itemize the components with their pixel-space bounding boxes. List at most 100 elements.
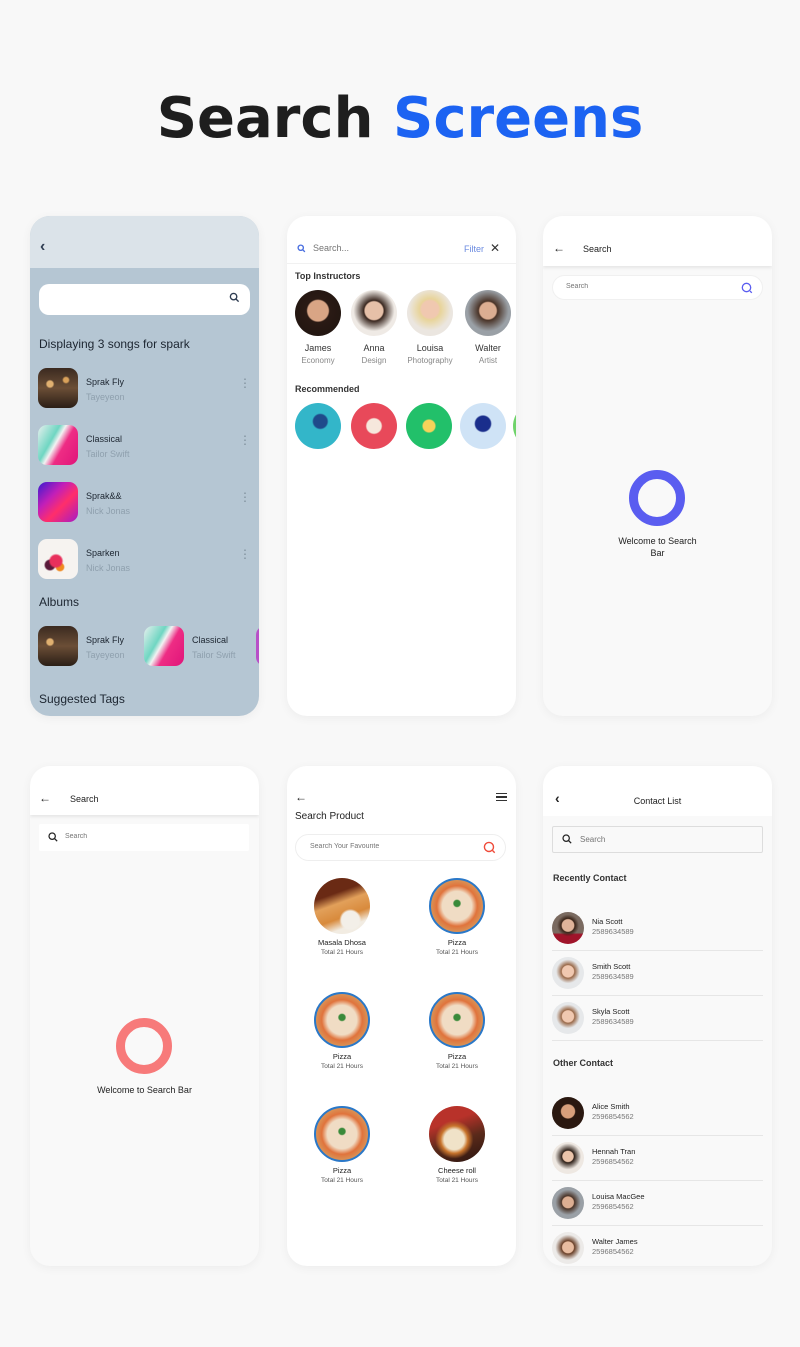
- search-icon: [297, 244, 306, 253]
- search-input[interactable]: [580, 835, 730, 844]
- contact-item[interactable]: Louisa MacGee 2596854562: [552, 1182, 763, 1226]
- avatar: [552, 1187, 584, 1219]
- album-item[interactable]: Sprak Fly Tayeyeon: [38, 626, 148, 668]
- avatar: [552, 912, 584, 944]
- more-vertical-icon[interactable]: ⋮: [239, 491, 251, 503]
- search-box: [552, 826, 763, 853]
- instructor-role: Economy: [301, 356, 335, 365]
- song-title: Sparken: [86, 548, 120, 558]
- avatar: [351, 290, 397, 336]
- arrow-left-icon[interactable]: ←: [553, 241, 565, 255]
- song-item[interactable]: Sprak Fly Tayeyeon ⋮: [38, 368, 253, 410]
- product-name: Pizza: [332, 1166, 352, 1175]
- product-name: Masala Dhosa: [318, 938, 366, 947]
- instructor-role: Design: [361, 356, 387, 365]
- search-box: [552, 275, 763, 300]
- album-item[interactable]: Classical Tailor Swift: [144, 626, 254, 668]
- search-icon: [562, 834, 572, 844]
- arrow-left-icon[interactable]: ←: [39, 791, 51, 805]
- contact-item[interactable]: Alice Smith 2596854562: [552, 1092, 763, 1136]
- song-artist: Tailor Swift: [86, 449, 130, 459]
- product-image: [429, 992, 485, 1048]
- contact-item[interactable]: Hennah Tran 2596854562: [552, 1137, 763, 1181]
- product-subtitle: Total 21 Hours: [321, 949, 363, 956]
- welcome-text: Welcome to Search Bar: [97, 1085, 192, 1095]
- song-item[interactable]: Sparken Nick Jonas ⋮: [38, 539, 253, 581]
- search-icon[interactable]: [483, 841, 496, 854]
- search-input[interactable]: [313, 243, 443, 253]
- contact-item[interactable]: Nia Scott 2589634589: [552, 907, 763, 951]
- contact-item[interactable]: Walter James 2596854562: [552, 1227, 763, 1266]
- song-title: Sprak Fly: [86, 377, 125, 387]
- recommended-item[interactable]: [295, 403, 341, 449]
- product-name: Pizza: [447, 938, 467, 947]
- menu-icon[interactable]: [496, 793, 507, 801]
- arrow-left-icon[interactable]: ←: [295, 790, 307, 804]
- song-item[interactable]: Classical Tailor Swift ⋮: [38, 425, 253, 467]
- search-icon[interactable]: [229, 292, 240, 303]
- close-icon[interactable]: ✕: [490, 241, 500, 255]
- instructor-name: Louisa: [416, 343, 444, 353]
- album-artist: Tayeyeon: [86, 650, 125, 660]
- song-item[interactable]: Sprak&& Nick Jonas ⋮: [38, 482, 253, 524]
- instructor-role: Photography: [407, 356, 453, 365]
- contact-item[interactable]: Smith Scott 2589634589: [552, 952, 763, 996]
- song-title: Sprak&&: [86, 491, 122, 501]
- album-title: Sprak Fly: [86, 635, 125, 645]
- suggested-tags-heading: Suggested Tags: [39, 692, 125, 706]
- more-vertical-icon[interactable]: ⋮: [239, 434, 251, 446]
- top-bar: [30, 216, 259, 268]
- more-vertical-icon[interactable]: ⋮: [239, 377, 251, 389]
- contact-phone: 2589634589: [592, 972, 634, 981]
- product-subtitle: Total 21 Hours: [436, 1177, 478, 1184]
- album-art: [38, 626, 78, 666]
- contact-name: Nia Scott: [592, 917, 623, 926]
- more-vertical-icon[interactable]: ⋮: [239, 548, 251, 560]
- recommended-item[interactable]: [406, 403, 452, 449]
- avatar: [552, 1002, 584, 1034]
- album-art: [38, 539, 78, 579]
- album-art: [38, 425, 78, 465]
- screen-search-red: ← Search Welcome to Search Bar: [30, 766, 259, 1266]
- instructor-role: Artist: [478, 356, 498, 365]
- avatar: [552, 957, 584, 989]
- album-art-partial: [256, 626, 259, 666]
- album-title: Classical: [192, 635, 229, 645]
- welcome-text: Welcome to Search Bar: [618, 536, 697, 558]
- product-subtitle: Total 21 Hours: [321, 1063, 363, 1070]
- recommended-item[interactable]: [460, 403, 506, 449]
- header: [543, 766, 772, 816]
- instructor-name: Anna: [363, 343, 385, 353]
- search-input[interactable]: [65, 833, 215, 840]
- recommended-heading: Recommended: [295, 384, 360, 394]
- product-name: Pizza: [447, 1052, 467, 1061]
- product-image: [314, 1106, 370, 1162]
- product-image: [429, 878, 485, 934]
- contact-name: Smith Scott: [592, 962, 631, 971]
- search-input[interactable]: [310, 843, 460, 850]
- chevron-left-icon[interactable]: ‹: [40, 238, 45, 256]
- avatar: [552, 1142, 584, 1174]
- screen-contact-list: ‹ Contact List Recently Contact Nia Scot…: [543, 766, 772, 1266]
- top-instructors-heading: Top Instructors: [295, 271, 361, 281]
- product-image: [314, 878, 370, 934]
- instructor-name: Walter: [475, 343, 501, 353]
- contact-name: Alice Smith: [592, 1102, 630, 1111]
- contact-phone: 2589634589: [592, 1017, 634, 1026]
- avatar: [465, 290, 511, 336]
- song-artist: Nick Jonas: [86, 506, 131, 516]
- search-input[interactable]: [566, 283, 716, 290]
- page-title: Search Screens: [0, 86, 800, 151]
- search-icon[interactable]: [741, 282, 753, 294]
- contact-item[interactable]: Skyla Scott 2589634589: [552, 997, 763, 1041]
- recommended-item-partial[interactable]: [513, 403, 516, 449]
- recent-contacts-heading: Recently Contact: [553, 873, 627, 883]
- contact-name: Skyla Scott: [592, 1007, 630, 1016]
- recommended-item[interactable]: [351, 403, 397, 449]
- header-title: Search: [70, 794, 99, 804]
- product-image: [314, 992, 370, 1048]
- filter-button[interactable]: Filter: [464, 244, 484, 254]
- results-heading: Displaying 3 songs for spark: [39, 337, 190, 351]
- screen-music-search: ‹ Displaying 3 songs for spark Sprak Fly…: [30, 216, 259, 716]
- search-input[interactable]: [39, 284, 250, 315]
